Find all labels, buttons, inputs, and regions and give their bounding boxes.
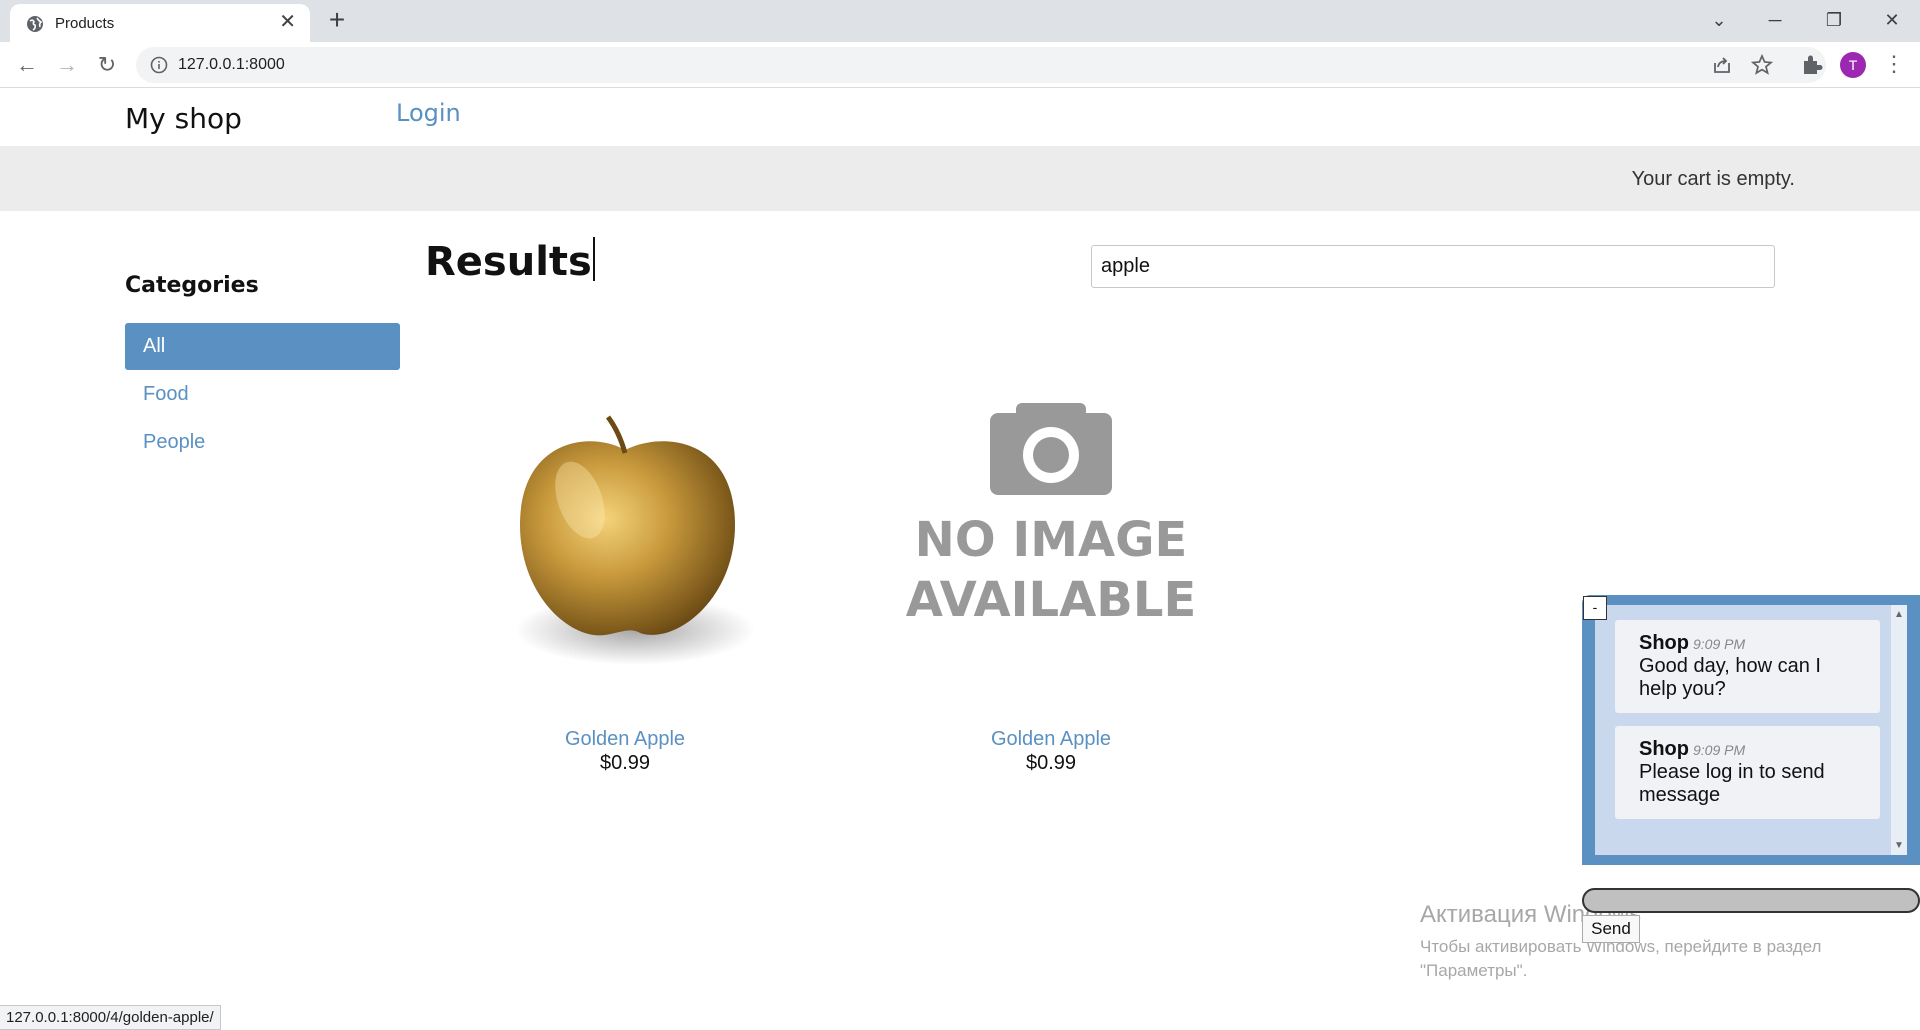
product-image[interactable] — [430, 395, 820, 725]
profile-avatar[interactable]: T — [1840, 52, 1866, 78]
back-arrow-icon[interactable]: ← — [12, 50, 42, 80]
tab-strip: Products ✕ + ⌄ ─ ❐ ✕ — [0, 0, 1920, 42]
results-heading: Results — [425, 237, 595, 285]
restore-window-icon[interactable]: ❐ — [1819, 6, 1849, 34]
text-cursor — [592, 237, 595, 281]
scroll-down-icon[interactable]: ▼ — [1894, 840, 1904, 851]
category-food[interactable]: Food — [125, 371, 400, 418]
globe-icon — [27, 16, 43, 32]
site-info-icon[interactable] — [150, 56, 168, 74]
cart-bar: Your cart is empty. — [0, 146, 1920, 211]
extensions-puzzle-icon[interactable] — [1798, 51, 1826, 79]
close-window-icon[interactable]: ✕ — [1877, 6, 1907, 34]
chat-send-button[interactable]: Send — [1582, 915, 1640, 943]
status-bar-url: 127.0.0.1:8000/4/golden-apple/ — [0, 1005, 221, 1030]
share-icon[interactable] — [1710, 53, 1734, 77]
product-card: NO IMAGE AVAILABLE Golden Apple $0.99 — [856, 395, 1246, 775]
product-card: Golden Apple $0.99 — [430, 395, 820, 775]
category-all[interactable]: All — [125, 323, 400, 370]
product-image[interactable]: NO IMAGE AVAILABLE — [856, 395, 1246, 725]
category-list: All Food People — [125, 323, 400, 467]
minimize-window-icon[interactable]: ─ — [1760, 6, 1790, 34]
forward-arrow-icon[interactable]: → — [52, 50, 82, 80]
product-price: $0.99 — [599, 752, 651, 774]
close-tab-icon[interactable]: ✕ — [279, 12, 296, 32]
chat-panel: Shop 9:09 PM Good day, how can I help you… — [1582, 595, 1920, 865]
chat-text: Please log in to send message — [1639, 761, 1825, 806]
address-bar[interactable]: 127.0.0.1:8000 — [136, 47, 1826, 83]
chat-minimize-button[interactable]: - — [1583, 596, 1607, 620]
golden-apple-image — [515, 415, 755, 665]
tab-search-icon[interactable]: ⌄ — [1704, 6, 1734, 34]
chat-author: Shop — [1639, 738, 1689, 760]
categories-heading: Categories — [125, 273, 259, 298]
product-name-link[interactable]: Golden Apple — [856, 728, 1246, 751]
site-brand[interactable]: My shop — [125, 102, 242, 135]
chat-time: 9:09 PM — [1693, 742, 1746, 758]
chat-message-input[interactable] — [1582, 888, 1920, 913]
chat-time: 9:09 PM — [1693, 636, 1746, 652]
product-price: $0.99 — [1025, 752, 1077, 774]
url-text: 127.0.0.1:8000 — [178, 56, 285, 73]
placeholder-text: NO IMAGE — [914, 512, 1188, 568]
browser-menu-icon[interactable]: ⋮ — [1880, 51, 1908, 79]
browser-toolbar: ← → ↻ 127.0.0.1:8000 T ⋮ — [0, 42, 1920, 88]
new-tab-icon[interactable]: + — [322, 6, 352, 34]
chat-author: Shop — [1639, 632, 1689, 654]
chat-message: Shop 9:09 PM Good day, how can I help you… — [1615, 620, 1880, 713]
chat-text: Good day, how can I help you? — [1639, 655, 1821, 700]
chat-message: Shop 9:09 PM Please log in to send messag… — [1615, 726, 1880, 819]
chat-scrollbar[interactable]: ▲ ▼ — [1891, 605, 1907, 855]
bookmark-star-icon[interactable] — [1750, 53, 1774, 77]
reload-icon[interactable]: ↻ — [92, 50, 122, 80]
category-people[interactable]: People — [125, 419, 400, 466]
cart-status: Your cart is empty. — [1631, 168, 1795, 190]
scroll-up-icon[interactable]: ▲ — [1894, 609, 1904, 620]
chat-messages[interactable]: Shop 9:09 PM Good day, how can I help you… — [1595, 605, 1907, 855]
product-name-link[interactable]: Golden Apple — [430, 728, 820, 751]
search-input[interactable] — [1091, 245, 1775, 288]
browser-tab[interactable]: Products ✕ — [10, 4, 310, 42]
placeholder-text: AVAILABLE — [905, 572, 1197, 628]
login-link[interactable]: Login — [396, 99, 461, 127]
tab-title: Products — [55, 15, 115, 32]
